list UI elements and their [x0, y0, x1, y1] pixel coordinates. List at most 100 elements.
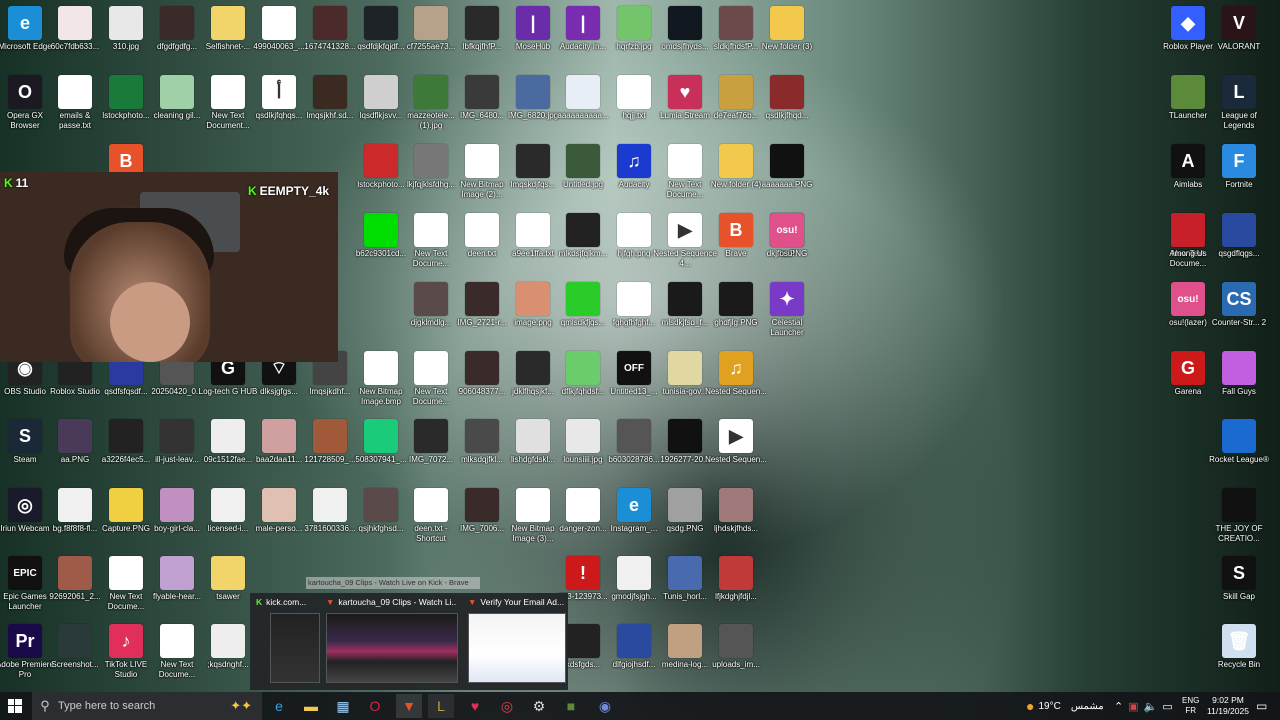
text-file-icon: [211, 75, 245, 109]
weather-widget[interactable]: ● 19°C مشمس: [1026, 692, 1104, 720]
speaker-icon[interactable]: 🔈: [1144, 700, 1158, 713]
image-icon: [719, 6, 753, 40]
desktop-icon[interactable]: lfjkdghjfdjl...: [702, 552, 770, 602]
desktop-icon-label: Nested Sequen...: [705, 387, 767, 396]
clock[interactable]: 9:02 PM 11/19/2025: [1204, 692, 1252, 720]
image-icon: [617, 213, 651, 247]
taskbar-file-explorer[interactable]: ▬: [298, 694, 324, 718]
opera-gx-icon: O: [369, 698, 381, 714]
image-icon: [719, 488, 753, 522]
desktop-icon[interactable]: V VALORANT: [1205, 2, 1273, 52]
bitmap-icon: [516, 488, 550, 522]
tiktok-icon: ♪: [109, 624, 143, 658]
language-indicator[interactable]: ENG FR: [1182, 692, 1199, 720]
desktop-icon[interactable]: ▶ Nested Sequen...: [702, 415, 770, 465]
file-icon: [262, 6, 296, 40]
taskbar-edge[interactable]: e: [266, 694, 292, 718]
celestial-icon: ✦: [770, 282, 804, 316]
desktop-icon[interactable]: New folder (3): [753, 2, 821, 52]
taskbar-league[interactable]: L: [428, 694, 454, 718]
gear-icon: ⚙: [532, 697, 546, 714]
desktop-icon[interactable]: Fall Guys: [1205, 347, 1273, 397]
desktop-icon[interactable]: uploads_im...: [702, 620, 770, 670]
desktop-icon[interactable]: Rocket League®: [1205, 415, 1273, 465]
image-icon: [617, 419, 651, 453]
image-icon: [58, 488, 92, 522]
image-icon: [414, 6, 448, 40]
desktop-icon[interactable]: ✦ Celestial Launcher: [753, 278, 821, 337]
desktop-icon[interactable]: qsdlkjfhqd...: [753, 71, 821, 121]
image-icon: [313, 6, 347, 40]
image-icon: [719, 624, 753, 658]
joy-icon: [1222, 488, 1256, 522]
video-icon: ▶: [719, 419, 753, 453]
text-file-icon: [414, 213, 448, 247]
taskbar-lumia[interactable]: ♥: [462, 694, 488, 718]
thumbnail-verify-email[interactable]: ▼ Verify Your Email Ad...: [468, 597, 568, 687]
desktop-icon-label: Counter-Str... 2: [1211, 318, 1267, 327]
chevron-up-icon[interactable]: ⌃: [1114, 700, 1123, 713]
window-tooltip: kartoucha_09 Clips - Watch Live on Kick …: [306, 577, 480, 589]
image-icon: [58, 419, 92, 453]
taskbar-app[interactable]: ◎: [494, 694, 520, 718]
desktop-icon-label: qsdlkjfhqd...: [765, 111, 809, 120]
text-file-icon: [160, 624, 194, 658]
image-icon: [109, 488, 143, 522]
desktop-icon-label: Fall Guys: [1222, 387, 1256, 396]
desktop-icon[interactable]: L League of Legends: [1205, 71, 1273, 130]
image-icon: [770, 144, 804, 178]
brave-icon: ▼: [468, 597, 477, 607]
desktop-icon[interactable]: F Fortnite: [1205, 140, 1273, 190]
desktop-icon[interactable]: CS Counter-Str... 2: [1205, 278, 1273, 328]
notification-button[interactable]: ▭: [1256, 692, 1267, 720]
desktop-icon[interactable]: ljhdskjfhds...: [702, 484, 770, 534]
sun-icon: ●: [1026, 698, 1035, 714]
lumia-icon: ♥: [668, 75, 702, 109]
thumbnail-kartoucha[interactable]: ▼ kartoucha_09 Clips - Watch Li...: [326, 597, 458, 687]
desktop-icon-label: aaaaaaa.PNG: [761, 180, 813, 189]
taskbar-opera-gx[interactable]: O: [362, 694, 388, 718]
zip-icon: [211, 556, 245, 590]
app-icon: |: [566, 6, 600, 40]
image-icon: [465, 419, 499, 453]
thumbnail-preview: [468, 613, 566, 683]
search-highlight-icon: ✦✦: [230, 698, 252, 713]
image-icon: [364, 6, 398, 40]
taskbar-search[interactable]: ⚲ Type here to search ✦✦: [32, 692, 262, 720]
desktop-icon[interactable]: ♫ Nested Sequen...: [702, 347, 770, 397]
skill-gap-icon: S: [1222, 556, 1256, 590]
record-icon[interactable]: ▣: [1128, 700, 1138, 713]
audacity-icon: ♫: [617, 144, 651, 178]
taskbar-brave[interactable]: ▼: [396, 694, 422, 718]
image-icon: [617, 556, 651, 590]
desktop-icon[interactable]: qsgdflqgs...: [1205, 209, 1273, 259]
image-icon: [770, 75, 804, 109]
image-icon: [58, 6, 92, 40]
start-button[interactable]: [2, 694, 28, 718]
bitmap-icon: [465, 144, 499, 178]
image-icon: [160, 419, 194, 453]
image-icon: [516, 282, 550, 316]
thumbnail-preview: [270, 613, 320, 683]
desktop-icon[interactable]: osu! osu!: [753, 209, 821, 259]
taskbar-store[interactable]: ▦: [330, 694, 356, 718]
image-icon: أ: [262, 75, 296, 109]
taskbar-settings[interactable]: ⚙: [526, 694, 552, 718]
desktop-icon[interactable]: aaaaaaa.PNG: [753, 140, 821, 190]
desktop-icon[interactable]: S Skill Gap: [1205, 552, 1273, 602]
desktop-icon[interactable]: THE JOY OF CREATIO...: [1205, 484, 1273, 543]
aimlabs-icon: A: [1171, 144, 1205, 178]
taskbar-discord[interactable]: ◉: [592, 694, 618, 718]
desktop-icon-label: Skill Gap: [1222, 592, 1255, 601]
edge-icon: e: [8, 6, 42, 40]
brave-icon: ▼: [326, 597, 335, 607]
image-icon: [465, 282, 499, 316]
desktop-icon[interactable]: 🗑 Recycle Bin: [1205, 620, 1273, 670]
desktop-icon-label: Nested Sequen...: [705, 455, 767, 464]
image-icon: [211, 419, 245, 453]
image-icon: [668, 282, 702, 316]
image-icon: [516, 351, 550, 385]
network-icon[interactable]: ▭: [1162, 700, 1172, 713]
taskbar-tlauncher[interactable]: ■: [558, 694, 584, 718]
brave-icon: B: [719, 213, 753, 247]
